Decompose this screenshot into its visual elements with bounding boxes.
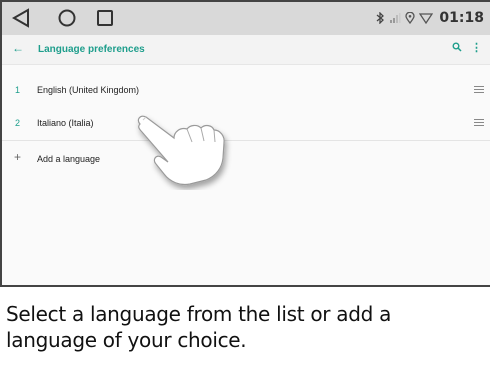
- nav-recent-apps-icon[interactable]: [94, 8, 116, 28]
- system-status-bar: 01:18: [2, 2, 490, 35]
- overflow-menu-icon[interactable]: ⋮: [471, 41, 482, 54]
- language-label: Italiano (Italia): [37, 118, 94, 128]
- language-index: 2: [15, 118, 21, 128]
- language-label: English (United Kingdom): [37, 85, 140, 95]
- plus-icon: +: [14, 150, 22, 164]
- pointing-hand-icon: [137, 115, 225, 186]
- page-title: Language preferences: [38, 44, 145, 55]
- nav-home-icon[interactable]: [56, 8, 78, 28]
- app-bar: ← Language preferences ⋮: [2, 35, 490, 65]
- instruction-caption: Select a language from the list or add a…: [6, 302, 392, 352]
- add-language-label: Add a language: [37, 154, 101, 164]
- status-icons: 01:18: [376, 10, 484, 26]
- drag-handle-icon[interactable]: [474, 86, 484, 94]
- wifi-icon: [419, 13, 434, 24]
- device-screen: 01:18 ← Language preferences ⋮ 1 English…: [0, 0, 490, 287]
- drag-handle-icon[interactable]: [474, 119, 484, 127]
- search-icon[interactable]: [452, 42, 462, 52]
- add-language-button[interactable]: + Add a language: [2, 141, 490, 175]
- back-arrow-icon[interactable]: ←: [12, 41, 24, 55]
- status-time: 01:18: [439, 10, 484, 26]
- location-icon: [405, 12, 416, 24]
- signal-icon: [390, 13, 401, 23]
- nav-back-icon[interactable]: [10, 8, 32, 28]
- bluetooth-icon: [377, 12, 385, 24]
- language-index: 1: [15, 85, 21, 95]
- language-list-item[interactable]: 1 English (United Kingdom): [2, 74, 490, 108]
- language-list-item[interactable]: 2 Italiano (Italia): [2, 107, 490, 141]
